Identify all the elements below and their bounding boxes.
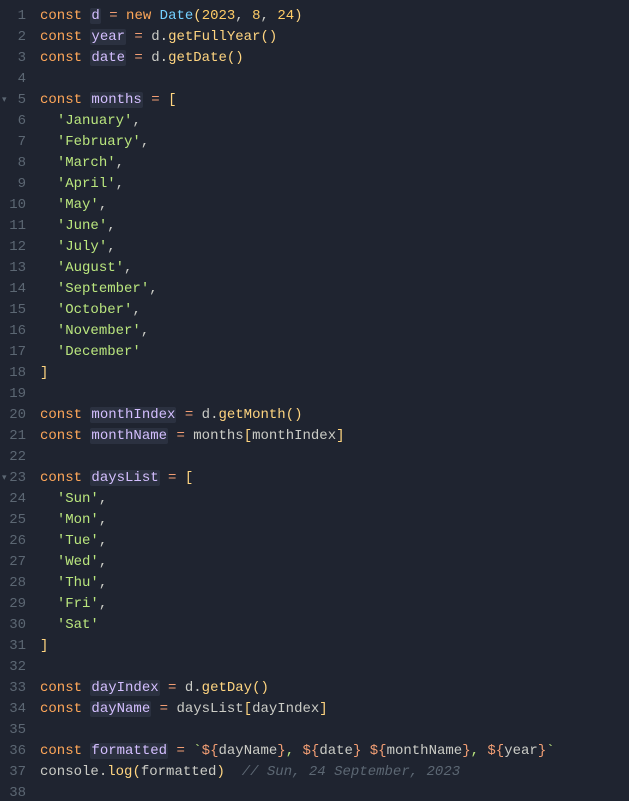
code-line: const year = d.getFullYear() xyxy=(40,27,629,48)
code-line: 'Tue', xyxy=(40,531,629,552)
line-number: 35 xyxy=(4,720,26,741)
line-number: 8 xyxy=(4,153,26,174)
line-gutter: 12345▾67891011121314151617181920212223▾2… xyxy=(0,0,34,801)
line-number: 5▾ xyxy=(4,90,26,111)
code-line: const formatted = `${dayName}, ${date} $… xyxy=(40,741,629,762)
code-line: 'Mon', xyxy=(40,510,629,531)
line-number: 10 xyxy=(4,195,26,216)
line-number: 11 xyxy=(4,216,26,237)
var-dayIndex: dayIndex xyxy=(90,680,159,696)
line-number: 4 xyxy=(4,69,26,90)
line-number: 18 xyxy=(4,363,26,384)
line-number: 38 xyxy=(4,783,26,801)
line-number: 36 xyxy=(4,741,26,762)
code-line: 'January', xyxy=(40,111,629,132)
line-number: 16 xyxy=(4,321,26,342)
code-line: const date = d.getDate() xyxy=(40,48,629,69)
code-line xyxy=(40,657,629,678)
var-year: year xyxy=(90,29,126,45)
code-line: 'October', xyxy=(40,300,629,321)
line-number: 33 xyxy=(4,678,26,699)
var-monthName: monthName xyxy=(90,428,168,444)
code-line: 'Fri', xyxy=(40,594,629,615)
var-dayName: dayName xyxy=(90,701,151,717)
code-line: 'July', xyxy=(40,237,629,258)
code-line: 'April', xyxy=(40,174,629,195)
line-number: 19 xyxy=(4,384,26,405)
code-line: const dayIndex = d.getDay() xyxy=(40,678,629,699)
line-number: 9 xyxy=(4,174,26,195)
line-number: 13 xyxy=(4,258,26,279)
line-number: 37 xyxy=(4,762,26,783)
line-number: 34 xyxy=(4,699,26,720)
line-number: 20 xyxy=(4,405,26,426)
line-number: 12 xyxy=(4,237,26,258)
line-number: 27 xyxy=(4,552,26,573)
line-number: 21 xyxy=(4,426,26,447)
line-number: 24 xyxy=(4,489,26,510)
line-number: 30 xyxy=(4,615,26,636)
line-number: 22 xyxy=(4,447,26,468)
code-line: ] xyxy=(40,636,629,657)
line-number: 31 xyxy=(4,636,26,657)
code-line: const monthIndex = d.getMonth() xyxy=(40,405,629,426)
line-number: 15 xyxy=(4,300,26,321)
line-number: 1 xyxy=(4,6,26,27)
var-daysList: daysList xyxy=(90,470,159,486)
line-number: 17 xyxy=(4,342,26,363)
line-number: 28 xyxy=(4,573,26,594)
var-d: d xyxy=(90,8,100,24)
code-line xyxy=(40,783,629,801)
code-line: const dayName = daysList[dayIndex] xyxy=(40,699,629,720)
code-line: const daysList = [ xyxy=(40,468,629,489)
code-area[interactable]: const d = new Date(2023, 8, 24) const ye… xyxy=(34,0,629,801)
code-line: const monthName = months[monthIndex] xyxy=(40,426,629,447)
var-months: months xyxy=(90,92,142,108)
fold-icon[interactable]: ▾ xyxy=(2,90,7,111)
line-number: 2 xyxy=(4,27,26,48)
code-line xyxy=(40,384,629,405)
line-number: 14 xyxy=(4,279,26,300)
line-number: 23▾ xyxy=(4,468,26,489)
code-line: 'Sat' xyxy=(40,615,629,636)
code-line: 'August', xyxy=(40,258,629,279)
line-number: 3 xyxy=(4,48,26,69)
code-line: 'Thu', xyxy=(40,573,629,594)
code-line: 'May', xyxy=(40,195,629,216)
code-line: 'Sun', xyxy=(40,489,629,510)
line-number: 7 xyxy=(4,132,26,153)
code-line: console.log(formatted) // Sun, 24 Septem… xyxy=(40,762,629,783)
code-line xyxy=(40,69,629,90)
comment: // Sun, 24 September, 2023 xyxy=(242,764,460,780)
line-number: 26 xyxy=(4,531,26,552)
code-line: ] xyxy=(40,363,629,384)
var-monthIndex: monthIndex xyxy=(90,407,176,423)
line-number: 6 xyxy=(4,111,26,132)
code-line: const d = new Date(2023, 8, 24) xyxy=(40,6,629,27)
line-number: 32 xyxy=(4,657,26,678)
fold-icon[interactable]: ▾ xyxy=(2,468,7,489)
line-number: 29 xyxy=(4,594,26,615)
var-formatted: formatted xyxy=(90,743,168,759)
code-line xyxy=(40,447,629,468)
code-line: 'December' xyxy=(40,342,629,363)
code-line: 'February', xyxy=(40,132,629,153)
code-line xyxy=(40,720,629,741)
code-line: 'September', xyxy=(40,279,629,300)
code-line: 'Wed', xyxy=(40,552,629,573)
code-line: 'March', xyxy=(40,153,629,174)
code-line: 'June', xyxy=(40,216,629,237)
code-editor[interactable]: 12345▾67891011121314151617181920212223▾2… xyxy=(0,0,629,801)
code-line: const months = [ xyxy=(40,90,629,111)
code-line: 'November', xyxy=(40,321,629,342)
var-date: date xyxy=(90,50,126,66)
line-number: 25 xyxy=(4,510,26,531)
